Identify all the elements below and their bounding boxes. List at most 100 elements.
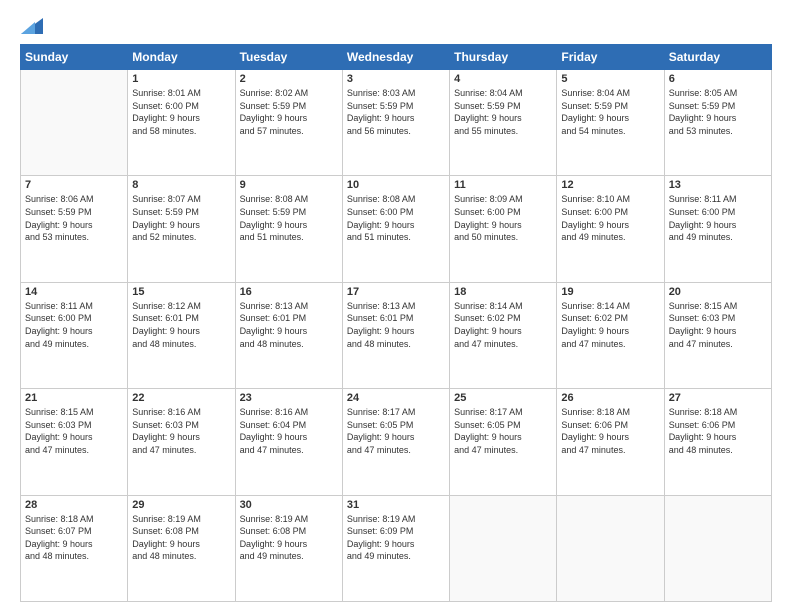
- calendar-week-row: 14 Sunrise: 8:11 AM Sunset: 6:00 PM Dayli…: [21, 282, 772, 388]
- header-thursday: Thursday: [450, 45, 557, 70]
- day-info: Sunrise: 8:14 AM Sunset: 6:02 PM Dayligh…: [561, 300, 659, 350]
- day-number: 16: [240, 286, 338, 298]
- day-number: 4: [454, 73, 552, 85]
- day-info: Sunrise: 8:11 AM Sunset: 6:00 PM Dayligh…: [25, 300, 123, 350]
- day-info: Sunrise: 8:11 AM Sunset: 6:00 PM Dayligh…: [669, 193, 767, 243]
- day-number: 17: [347, 286, 445, 298]
- logo: [20, 18, 43, 34]
- day-number: 22: [132, 392, 230, 404]
- day-info: Sunrise: 8:10 AM Sunset: 6:00 PM Dayligh…: [561, 193, 659, 243]
- calendar-week-row: 21 Sunrise: 8:15 AM Sunset: 6:03 PM Dayli…: [21, 389, 772, 495]
- day-info: Sunrise: 8:15 AM Sunset: 6:03 PM Dayligh…: [669, 300, 767, 350]
- day-number: 15: [132, 286, 230, 298]
- day-number: 27: [669, 392, 767, 404]
- day-number: 9: [240, 179, 338, 191]
- day-number: 19: [561, 286, 659, 298]
- day-info: Sunrise: 8:17 AM Sunset: 6:05 PM Dayligh…: [454, 406, 552, 456]
- calendar-cell: 30Sunrise: 8:19 AM Sunset: 6:08 PM Dayli…: [235, 495, 342, 601]
- calendar-cell: [664, 495, 771, 601]
- day-info: Sunrise: 8:05 AM Sunset: 5:59 PM Dayligh…: [669, 87, 767, 137]
- calendar-cell: 31Sunrise: 8:19 AM Sunset: 6:09 PM Dayli…: [342, 495, 449, 601]
- calendar-cell: 2 Sunrise: 8:02 AM Sunset: 5:59 PM Daylig…: [235, 70, 342, 176]
- day-info: Sunrise: 8:18 AM Sunset: 6:07 PM Dayligh…: [25, 513, 123, 563]
- calendar-cell: 24Sunrise: 8:17 AM Sunset: 6:05 PM Dayli…: [342, 389, 449, 495]
- calendar-cell: 6 Sunrise: 8:05 AM Sunset: 5:59 PM Daylig…: [664, 70, 771, 176]
- logo-icon: [21, 18, 43, 34]
- header-sunday: Sunday: [21, 45, 128, 70]
- calendar-cell: 26 Sunrise: 8:18 AM Sunset: 6:06 PM Dayli…: [557, 389, 664, 495]
- header-saturday: Saturday: [664, 45, 771, 70]
- calendar-cell: 8Sunrise: 8:07 AM Sunset: 5:59 PM Daylig…: [128, 176, 235, 282]
- day-info: Sunrise: 8:02 AM Sunset: 5:59 PM Dayligh…: [240, 87, 338, 137]
- day-number: 11: [454, 179, 552, 191]
- calendar-cell: [557, 495, 664, 601]
- day-number: 24: [347, 392, 445, 404]
- calendar-cell: 29 Sunrise: 8:19 AM Sunset: 6:08 PM Dayli…: [128, 495, 235, 601]
- calendar-cell: 9 Sunrise: 8:08 AM Sunset: 5:59 PM Daylig…: [235, 176, 342, 282]
- calendar-cell: 3 Sunrise: 8:03 AM Sunset: 5:59 PM Daylig…: [342, 70, 449, 176]
- calendar-cell: 28 Sunrise: 8:18 AM Sunset: 6:07 PM Dayli…: [21, 495, 128, 601]
- calendar-week-row: 7 Sunrise: 8:06 AM Sunset: 5:59 PM Daylig…: [21, 176, 772, 282]
- day-info: Sunrise: 8:08 AM Sunset: 6:00 PM Dayligh…: [347, 193, 445, 243]
- calendar-cell: 4 Sunrise: 8:04 AM Sunset: 5:59 PM Daylig…: [450, 70, 557, 176]
- calendar-cell: 25 Sunrise: 8:17 AM Sunset: 6:05 PM Dayli…: [450, 389, 557, 495]
- day-number: 26: [561, 392, 659, 404]
- day-info: Sunrise: 8:16 AM Sunset: 6:04 PM Dayligh…: [240, 406, 338, 456]
- calendar-cell: [450, 495, 557, 601]
- day-info: Sunrise: 8:15 AM Sunset: 6:03 PM Dayligh…: [25, 406, 123, 456]
- calendar-cell: 11 Sunrise: 8:09 AM Sunset: 6:00 PM Dayli…: [450, 176, 557, 282]
- day-info: Sunrise: 8:03 AM Sunset: 5:59 PM Dayligh…: [347, 87, 445, 137]
- day-info: Sunrise: 8:19 AM Sunset: 6:08 PM Dayligh…: [132, 513, 230, 563]
- day-info: Sunrise: 8:14 AM Sunset: 6:02 PM Dayligh…: [454, 300, 552, 350]
- calendar-cell: 14 Sunrise: 8:11 AM Sunset: 6:00 PM Dayli…: [21, 282, 128, 388]
- header-wednesday: Wednesday: [342, 45, 449, 70]
- day-number: 1: [132, 73, 230, 85]
- day-info: Sunrise: 8:13 AM Sunset: 6:01 PM Dayligh…: [347, 300, 445, 350]
- day-number: 23: [240, 392, 338, 404]
- calendar-week-row: 1 Sunrise: 8:01 AM Sunset: 6:00 PM Daylig…: [21, 70, 772, 176]
- calendar-cell: 7 Sunrise: 8:06 AM Sunset: 5:59 PM Daylig…: [21, 176, 128, 282]
- day-number: 20: [669, 286, 767, 298]
- calendar-cell: 5Sunrise: 8:04 AM Sunset: 5:59 PM Daylig…: [557, 70, 664, 176]
- calendar-cell: 15 Sunrise: 8:12 AM Sunset: 6:01 PM Dayli…: [128, 282, 235, 388]
- calendar-cell: 27 Sunrise: 8:18 AM Sunset: 6:06 PM Dayli…: [664, 389, 771, 495]
- day-info: Sunrise: 8:18 AM Sunset: 6:06 PM Dayligh…: [669, 406, 767, 456]
- day-number: 7: [25, 179, 123, 191]
- day-number: 14: [25, 286, 123, 298]
- day-number: 6: [669, 73, 767, 85]
- day-number: 2: [240, 73, 338, 85]
- day-info: Sunrise: 8:08 AM Sunset: 5:59 PM Dayligh…: [240, 193, 338, 243]
- day-number: 29: [132, 499, 230, 511]
- calendar-cell: 23 Sunrise: 8:16 AM Sunset: 6:04 PM Dayli…: [235, 389, 342, 495]
- header-tuesday: Tuesday: [235, 45, 342, 70]
- day-info: Sunrise: 8:19 AM Sunset: 6:08 PM Dayligh…: [240, 513, 338, 563]
- calendar-cell: 19 Sunrise: 8:14 AM Sunset: 6:02 PM Dayli…: [557, 282, 664, 388]
- calendar-cell: 13 Sunrise: 8:11 AM Sunset: 6:00 PM Dayli…: [664, 176, 771, 282]
- header-friday: Friday: [557, 45, 664, 70]
- calendar-cell: 17 Sunrise: 8:13 AM Sunset: 6:01 PM Dayli…: [342, 282, 449, 388]
- calendar-cell: 22 Sunrise: 8:16 AM Sunset: 6:03 PM Dayli…: [128, 389, 235, 495]
- day-info: Sunrise: 8:18 AM Sunset: 6:06 PM Dayligh…: [561, 406, 659, 456]
- day-info: Sunrise: 8:04 AM Sunset: 5:59 PM Dayligh…: [561, 87, 659, 137]
- day-info: Sunrise: 8:04 AM Sunset: 5:59 PM Dayligh…: [454, 87, 552, 137]
- calendar-cell: 1 Sunrise: 8:01 AM Sunset: 6:00 PM Daylig…: [128, 70, 235, 176]
- calendar-table: Sunday Monday Tuesday Wednesday Thursday…: [20, 44, 772, 602]
- calendar-cell: 10Sunrise: 8:08 AM Sunset: 6:00 PM Dayli…: [342, 176, 449, 282]
- header-monday: Monday: [128, 45, 235, 70]
- day-info: Sunrise: 8:19 AM Sunset: 6:09 PM Dayligh…: [347, 513, 445, 563]
- calendar-header-row: Sunday Monday Tuesday Wednesday Thursday…: [21, 45, 772, 70]
- day-info: Sunrise: 8:06 AM Sunset: 5:59 PM Dayligh…: [25, 193, 123, 243]
- day-number: 25: [454, 392, 552, 404]
- day-info: Sunrise: 8:09 AM Sunset: 6:00 PM Dayligh…: [454, 193, 552, 243]
- day-info: Sunrise: 8:12 AM Sunset: 6:01 PM Dayligh…: [132, 300, 230, 350]
- day-info: Sunrise: 8:13 AM Sunset: 6:01 PM Dayligh…: [240, 300, 338, 350]
- day-number: 3: [347, 73, 445, 85]
- calendar-cell: 21 Sunrise: 8:15 AM Sunset: 6:03 PM Dayli…: [21, 389, 128, 495]
- calendar-cell: 16 Sunrise: 8:13 AM Sunset: 6:01 PM Dayli…: [235, 282, 342, 388]
- day-info: Sunrise: 8:16 AM Sunset: 6:03 PM Dayligh…: [132, 406, 230, 456]
- page: Sunday Monday Tuesday Wednesday Thursday…: [0, 0, 792, 612]
- day-number: 21: [25, 392, 123, 404]
- day-number: 28: [25, 499, 123, 511]
- day-number: 13: [669, 179, 767, 191]
- day-info: Sunrise: 8:01 AM Sunset: 6:00 PM Dayligh…: [132, 87, 230, 137]
